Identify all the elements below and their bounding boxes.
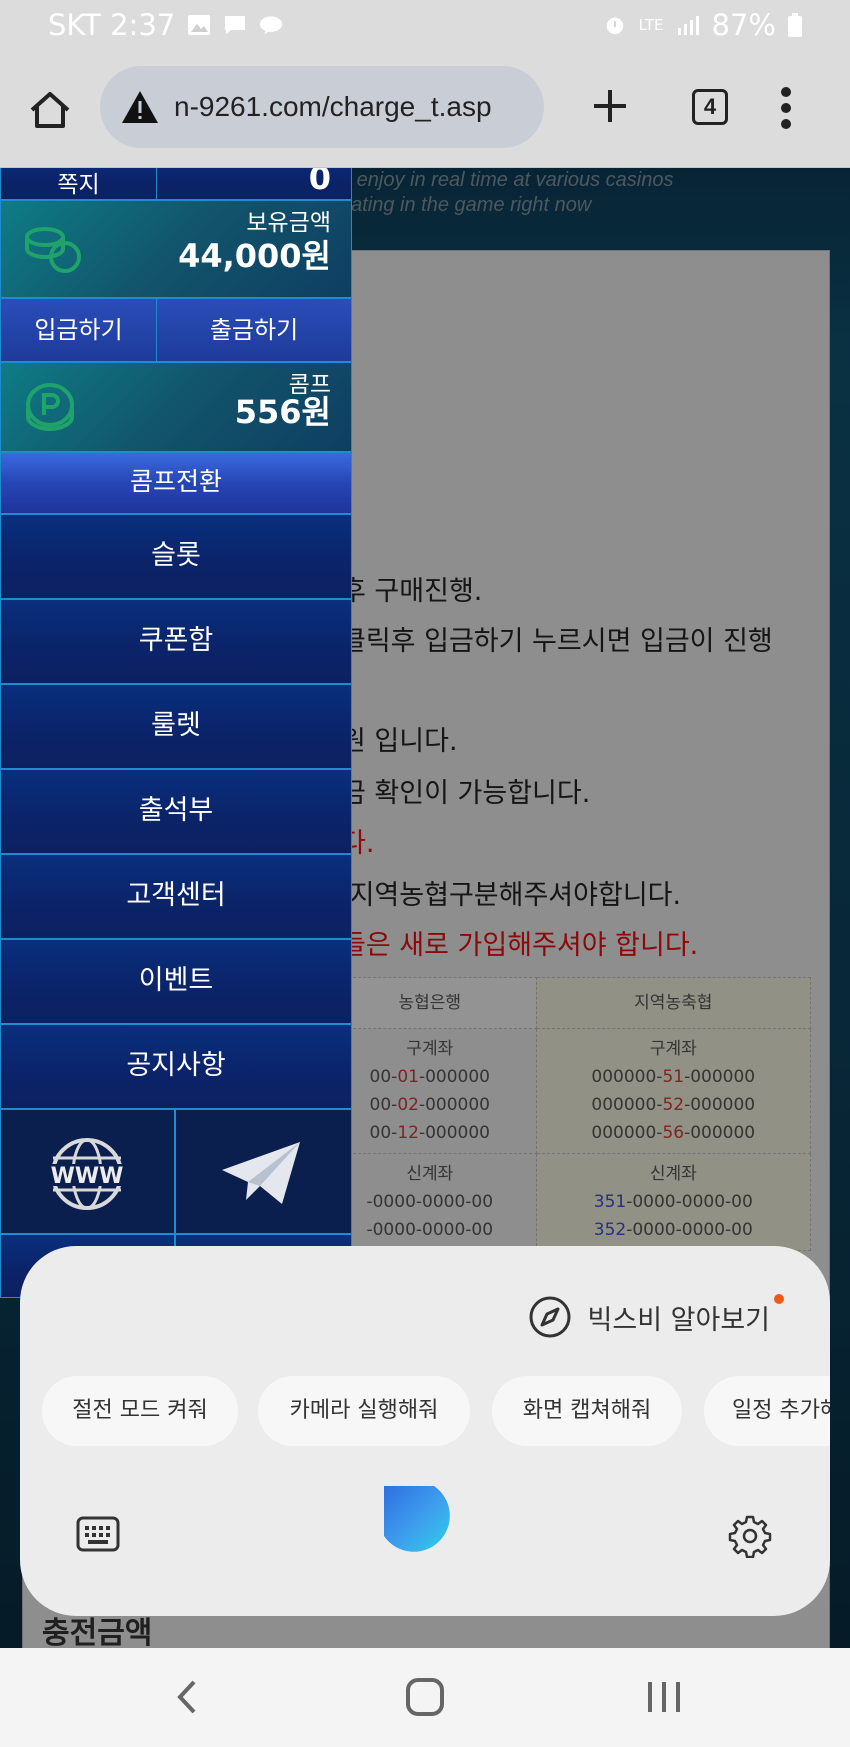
comp-value: 556원 bbox=[234, 393, 331, 431]
svg-text:WWW: WWW bbox=[51, 1164, 124, 1189]
back-icon[interactable] bbox=[174, 1678, 198, 1716]
bixby-learn-button[interactable]: 빅스비 알아보기 bbox=[528, 1294, 784, 1340]
point-coin-icon bbox=[26, 383, 74, 432]
gallery-icon bbox=[188, 15, 211, 35]
comp-convert-button[interactable]: 콤프전환 bbox=[0, 452, 352, 514]
battery-percent: 87% bbox=[711, 8, 776, 42]
bixby-learn-label: 빅스비 알아보기 bbox=[587, 1304, 770, 1336]
balance-box: 보유금액 44,000원 bbox=[0, 200, 352, 298]
coins-icon bbox=[25, 227, 81, 273]
suggestion-add-schedule[interactable]: 일정 추가해줘 bbox=[704, 1376, 830, 1446]
memo-label-cell[interactable]: 쪽지 bbox=[0, 168, 157, 200]
bixby-panel: 빅스비 알아보기 절전 모드 켜줘 카메라 실행해줘 화면 캡쳐해줘 일정 추가… bbox=[20, 1246, 830, 1616]
carrier-time: SKT 2:37 bbox=[48, 8, 176, 42]
menu-item-notice[interactable]: 공지사항 bbox=[0, 1024, 352, 1109]
suggestion-camera[interactable]: 카메라 실행해줘 bbox=[258, 1376, 470, 1446]
website-link[interactable]: WWW bbox=[0, 1109, 175, 1234]
warning-icon[interactable] bbox=[120, 89, 160, 125]
www-globe-icon: WWW bbox=[41, 1138, 133, 1210]
signal-icon bbox=[677, 16, 699, 35]
side-menu: 쪽지 0 보유금액 44,000원 입금하기 출금하기 콤프 556원 콤프전환… bbox=[0, 168, 352, 1298]
menu-item-roulette[interactable]: 룰렛 bbox=[0, 684, 352, 769]
message-icon bbox=[225, 16, 246, 34]
memo-count-cell[interactable]: 0 bbox=[156, 168, 352, 200]
balance-value: 44,000원 bbox=[178, 237, 331, 275]
withdraw-button[interactable]: 출금하기 bbox=[156, 298, 352, 362]
menu-item-event[interactable]: 이벤트 bbox=[0, 939, 352, 1024]
menu-item-customer-center[interactable]: 고객센터 bbox=[0, 854, 352, 939]
new-tab-icon[interactable] bbox=[590, 82, 630, 130]
status-bar: SKT 2:37 LTE 87% bbox=[0, 0, 850, 52]
network-type: LTE bbox=[638, 15, 664, 34]
system-nav-bar bbox=[0, 1648, 850, 1747]
notification-dot bbox=[774, 1294, 784, 1304]
bixby-voice-icon[interactable] bbox=[374, 1476, 470, 1572]
alarm-icon bbox=[606, 17, 623, 35]
kakaotalk-icon bbox=[260, 16, 283, 35]
address-bar[interactable]: n-9261.com/charge_t.asp bbox=[100, 66, 544, 148]
telegram-icon bbox=[222, 1142, 300, 1204]
browser-toolbar: n-9261.com/charge_t.asp 4 bbox=[0, 52, 850, 168]
recent-apps-icon[interactable] bbox=[646, 1680, 682, 1714]
url-text[interactable]: n-9261.com/charge_t.asp bbox=[174, 91, 534, 123]
menu-item-attendance[interactable]: 출석부 bbox=[0, 769, 352, 854]
settings-icon[interactable] bbox=[728, 1514, 772, 1558]
memo-label: 쪽지 bbox=[57, 172, 100, 198]
memo-count: 0 bbox=[308, 168, 331, 197]
battery-icon bbox=[788, 13, 802, 37]
home-icon[interactable] bbox=[28, 88, 72, 132]
home-button[interactable] bbox=[406, 1678, 444, 1716]
more-options-icon[interactable] bbox=[780, 86, 792, 130]
comp-box: 콤프 556원 bbox=[0, 362, 352, 452]
keyboard-icon[interactable] bbox=[76, 1516, 120, 1552]
menu-item-coupon[interactable]: 쿠폰함 bbox=[0, 599, 352, 684]
deposit-button[interactable]: 입금하기 bbox=[0, 298, 157, 362]
suggestion-screenshot[interactable]: 화면 캡쳐해줘 bbox=[492, 1376, 682, 1446]
compass-icon bbox=[529, 1296, 571, 1338]
suggestion-power-saving[interactable]: 절전 모드 켜줘 bbox=[42, 1376, 238, 1446]
menu-item-slot[interactable]: 슬롯 bbox=[0, 514, 352, 599]
tab-count-button[interactable]: 4 bbox=[692, 89, 728, 125]
telegram-link[interactable] bbox=[175, 1109, 352, 1234]
